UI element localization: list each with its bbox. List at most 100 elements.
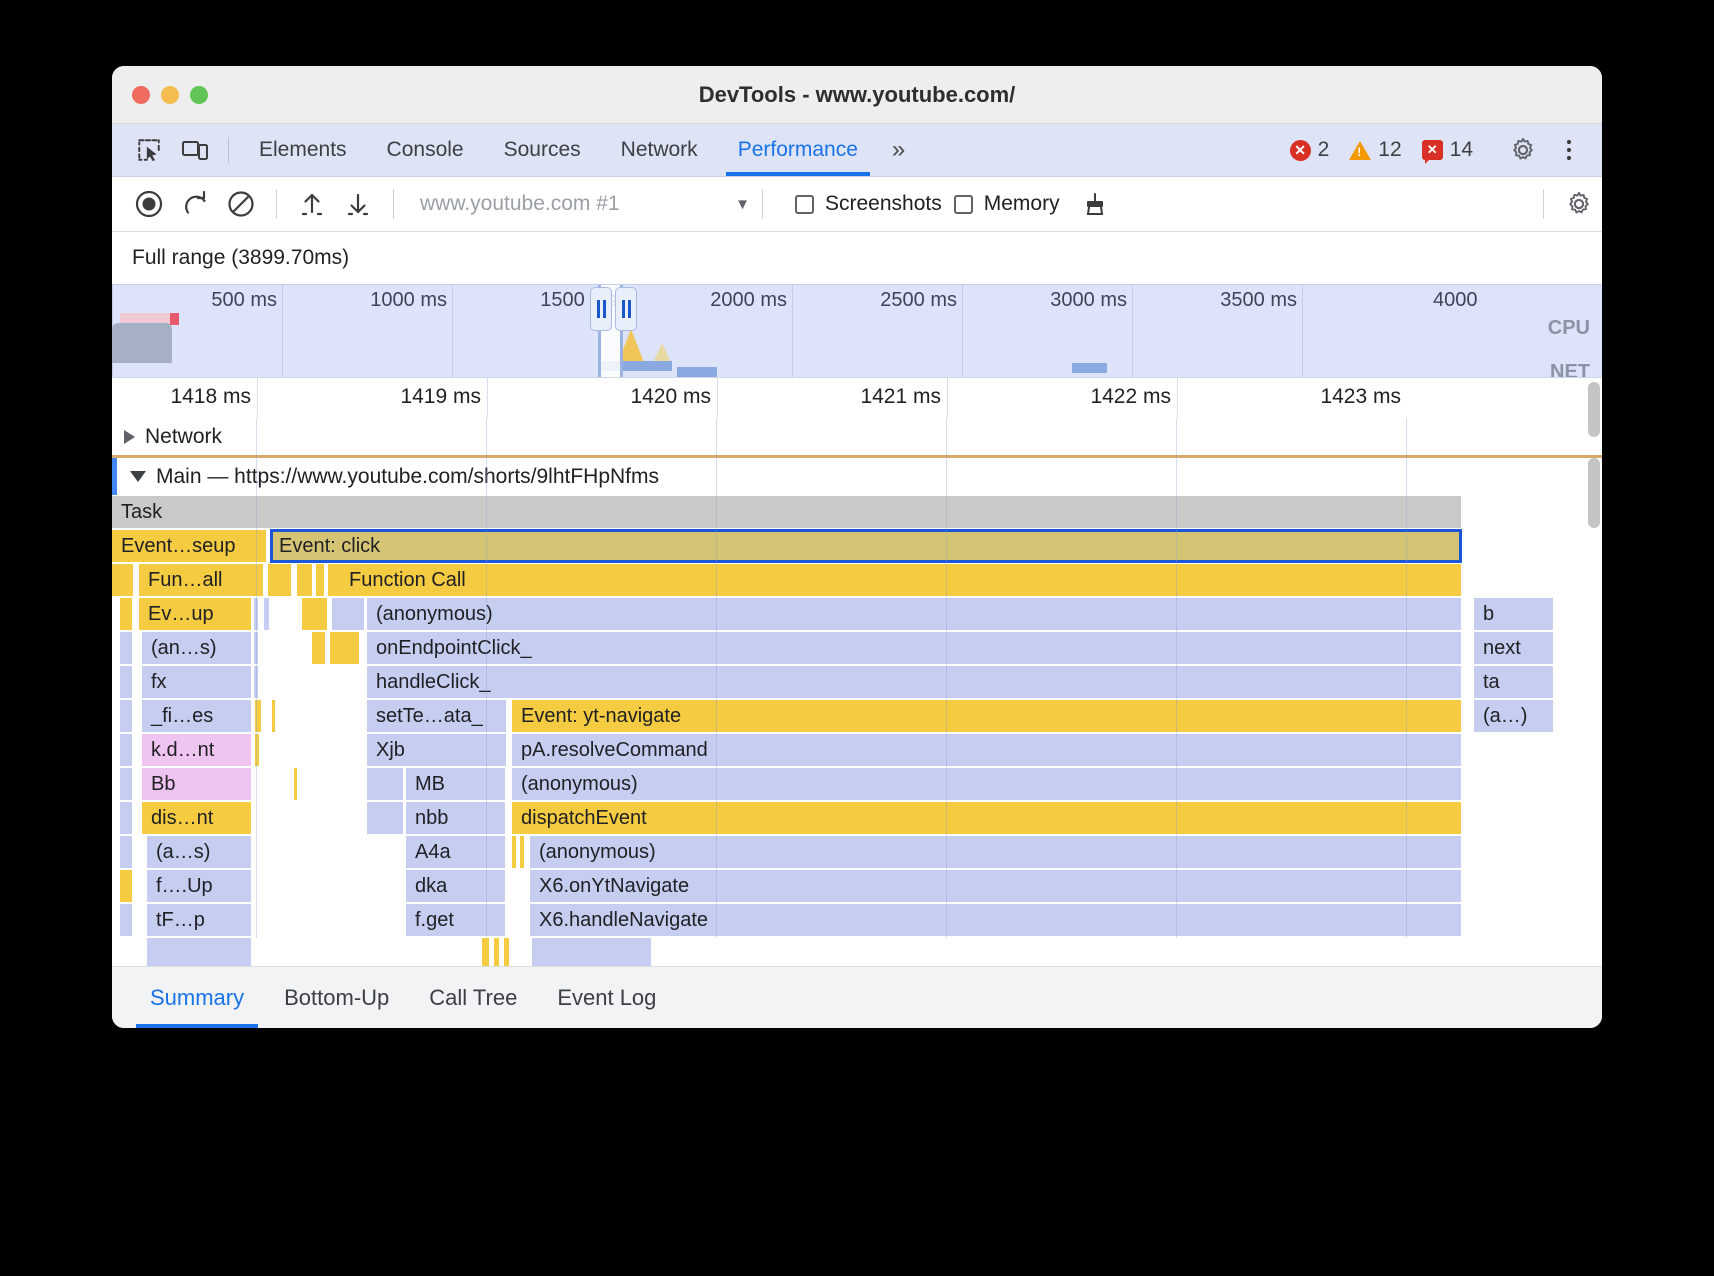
flame-bar-sliver[interactable] <box>120 666 133 698</box>
timeline-overview[interactable]: 500 ms 1000 ms 1500 ms 2000 ms 2500 ms 3… <box>112 284 1602 377</box>
flame-bar-sliver[interactable] <box>332 598 365 630</box>
flame-bar-sliver[interactable] <box>297 564 313 596</box>
screenshots-checkbox-item[interactable]: Screenshots <box>795 192 942 216</box>
flame-bar-sliver[interactable] <box>504 938 510 966</box>
flame-bar[interactable]: Xjb <box>367 734 507 766</box>
vertical-scrollbar-top[interactable] <box>1588 382 1600 437</box>
flame-bar[interactable]: X6.onYtNavigate <box>530 870 1462 902</box>
flame-bar[interactable]: dis…nt <box>142 802 252 834</box>
flame-bar[interactable]: pA.resolveCommand <box>512 734 1462 766</box>
issues-counter[interactable]: ✕ 14 <box>1415 138 1480 162</box>
flame-bar-sliver[interactable] <box>367 802 404 834</box>
flame-bar[interactable]: _fi…es <box>142 700 252 732</box>
flame-bar-sliver[interactable] <box>264 598 270 630</box>
flame-bar-sliver[interactable] <box>255 734 260 766</box>
vertical-scrollbar-thumb[interactable] <box>1588 458 1600 528</box>
flame-bar[interactable]: (a…) <box>1474 700 1554 732</box>
flame-bar-sliver[interactable] <box>494 938 500 966</box>
record-icon[interactable] <box>126 181 172 227</box>
flame-bar-sliver[interactable] <box>254 598 259 630</box>
flame-bar-sliver[interactable] <box>268 564 292 596</box>
flame-bar-sliver[interactable] <box>120 836 133 868</box>
flame-bar-sliver[interactable] <box>520 836 525 868</box>
flame-bar-sliver[interactable] <box>302 598 328 630</box>
tab-call-tree[interactable]: Call Tree <box>409 967 537 1028</box>
tab-sources[interactable]: Sources <box>484 124 601 176</box>
close-window-button[interactable] <box>132 86 150 104</box>
memory-checkbox-item[interactable]: Memory <box>954 192 1060 216</box>
flame-bar-sliver[interactable] <box>367 768 404 800</box>
flame-bar[interactable]: Function Call <box>340 564 1462 596</box>
flame-bar-sliver[interactable] <box>316 564 325 596</box>
flame-bar[interactable]: f.get <box>406 904 506 936</box>
reload-record-icon[interactable] <box>172 181 218 227</box>
flame-bar[interactable]: (a…s) <box>147 836 252 868</box>
flame-bar[interactable]: dispatchEvent <box>512 802 1462 834</box>
tab-summary[interactable]: Summary <box>130 967 264 1028</box>
warning-counter[interactable]: ! 12 <box>1342 138 1408 162</box>
flame-bar[interactable]: Bb <box>142 768 252 800</box>
flame-bar[interactable]: ta <box>1474 666 1554 698</box>
device-toolbar-icon[interactable] <box>172 127 218 173</box>
flame-bar[interactable]: Event: click <box>270 530 1462 562</box>
flame-bar-sliver[interactable] <box>532 938 652 966</box>
flame-bar-sliver[interactable] <box>512 836 517 868</box>
tab-network[interactable]: Network <box>601 124 718 176</box>
flame-chart-area[interactable]: 1418 ms 1419 ms 1420 ms 1421 ms 1422 ms … <box>112 377 1602 966</box>
flame-bar-sliver[interactable] <box>482 938 490 966</box>
flame-bar[interactable]: A4a <box>406 836 506 868</box>
flame-bar[interactable]: Fun…all <box>139 564 264 596</box>
flame-bar[interactable]: (anonymous) <box>367 598 1462 630</box>
flame-bar-sliver[interactable] <box>120 768 133 800</box>
flame-bar[interactable]: b <box>1474 598 1554 630</box>
capture-settings-icon[interactable] <box>1556 181 1602 227</box>
overview-resize-handle-right[interactable] <box>615 287 637 331</box>
inspect-element-icon[interactable] <box>126 127 172 173</box>
flame-bar[interactable]: setTe…ata_ <box>367 700 507 732</box>
flame-bar-sliver[interactable] <box>120 870 133 902</box>
save-profile-icon[interactable] <box>335 181 381 227</box>
flame-bar-sliver[interactable] <box>272 700 276 732</box>
flame-bar[interactable]: (anonymous) <box>512 768 1462 800</box>
flame-bar-sliver[interactable] <box>147 938 252 966</box>
maximize-window-button[interactable] <box>190 86 208 104</box>
minimize-window-button[interactable] <box>161 86 179 104</box>
flame-bar-sliver[interactable] <box>255 700 262 732</box>
tab-performance[interactable]: Performance <box>718 124 878 176</box>
flame-bar-sliver[interactable] <box>120 802 133 834</box>
flame-bar-sliver[interactable] <box>330 632 360 664</box>
flame-bar[interactable]: f….Up <box>147 870 252 902</box>
flame-bar[interactable]: handleClick_ <box>367 666 1462 698</box>
flame-bar[interactable]: Task <box>112 496 1462 528</box>
flame-bar[interactable]: (an…s) <box>142 632 252 664</box>
flame-bar-sliver[interactable] <box>120 734 133 766</box>
flame-bar-sliver[interactable] <box>120 598 133 630</box>
flame-bar[interactable]: (anonymous) <box>530 836 1462 868</box>
flame-bar-sliver[interactable] <box>312 632 326 664</box>
more-tabs-icon[interactable]: » <box>878 136 917 164</box>
kebab-menu-icon[interactable] <box>1546 127 1592 173</box>
flame-bar-sliver[interactable] <box>120 904 133 936</box>
flame-bar-sliver[interactable] <box>120 700 133 732</box>
flame-bar-sliver[interactable] <box>112 564 134 596</box>
flame-bar-sliver[interactable] <box>254 666 259 698</box>
clear-icon[interactable] <box>218 181 264 227</box>
flame-bar[interactable]: Event: yt-navigate <box>512 700 1462 732</box>
tab-event-log[interactable]: Event Log <box>537 967 676 1028</box>
tab-elements[interactable]: Elements <box>239 124 367 176</box>
flame-bar[interactable]: MB <box>406 768 506 800</box>
recording-selector-dropdown[interactable]: www.youtube.com #1 ▼ <box>420 192 750 216</box>
flame-bar[interactable]: next <box>1474 632 1554 664</box>
flame-bar[interactable]: Event…seup <box>112 530 267 562</box>
flame-chart-rows[interactable]: TaskEvent…seupEvent: clickFun…all Functio… <box>112 495 1602 966</box>
flame-bar-sliver[interactable] <box>120 632 133 664</box>
flame-bar[interactable]: onEndpointClick_ <box>367 632 1462 664</box>
flame-bar-sliver[interactable] <box>294 768 298 800</box>
screenshots-checkbox[interactable] <box>795 195 814 214</box>
overview-resize-handle-left[interactable] <box>590 287 612 331</box>
tab-bottom-up[interactable]: Bottom-Up <box>264 967 409 1028</box>
collect-garbage-icon[interactable] <box>1072 181 1118 227</box>
gear-icon[interactable] <box>1500 127 1546 173</box>
flame-bar[interactable]: k.d…nt <box>142 734 252 766</box>
flame-bar[interactable]: X6.handleNavigate <box>530 904 1462 936</box>
